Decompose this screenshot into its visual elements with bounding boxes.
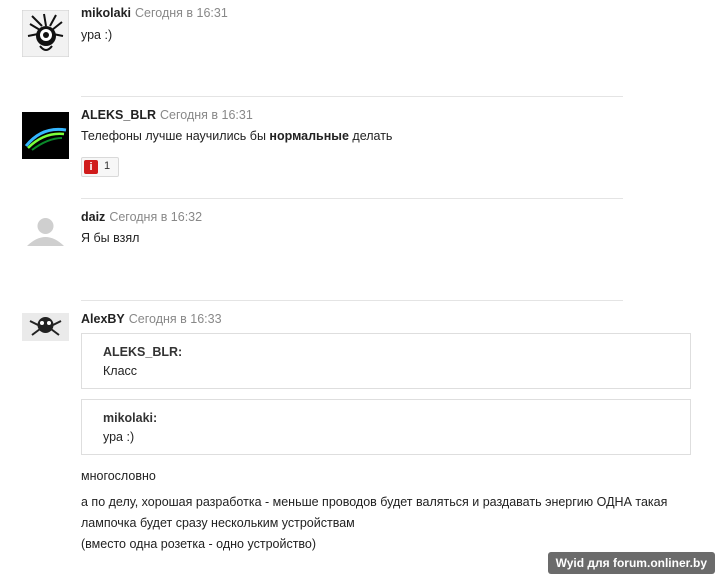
rating-count: 1 (104, 160, 111, 172)
quote-text: ура :) (103, 430, 135, 444)
post-text-part: делать (348, 129, 393, 143)
post-time: Сегодня в 16:31 (135, 6, 228, 20)
watermark: Wyid для forum.onliner.by (547, 552, 715, 574)
post-text-line: а по делу, хорошая разработка - меньше п… (81, 495, 668, 509)
info-icon: i (84, 160, 98, 174)
rating-button[interactable]: i 1 (81, 157, 119, 177)
post-divider (81, 96, 623, 97)
avatar-placeholder-icon[interactable] (22, 212, 69, 259)
quote-author: mikolaki: (103, 411, 158, 425)
quote-block: mikolaki: ура :) (81, 399, 691, 455)
post-author[interactable]: daiz Сегодня в 16:32 (81, 210, 202, 224)
avatar[interactable] (21, 9, 70, 58)
post-author[interactable]: mikolaki Сегодня в 16:31 (81, 6, 228, 20)
post-text: ура :) (81, 28, 113, 42)
post-divider (81, 198, 623, 199)
post-text-bold: нормальные (269, 129, 349, 143)
author-name[interactable]: ALEKS_BLR (81, 108, 156, 122)
post-text-part: Телефоны лучше научились бы (81, 129, 270, 143)
quote-text: Класс (103, 364, 138, 378)
post-author[interactable]: ALEKS_BLR Сегодня в 16:31 (81, 108, 253, 122)
author-name[interactable]: mikolaki (81, 6, 131, 20)
quote-block: ALEKS_BLR: Класс (81, 333, 691, 389)
post-text-line: многословно (81, 469, 156, 483)
post-time: Сегодня в 16:32 (109, 210, 203, 224)
author-name[interactable]: daiz (81, 210, 105, 224)
quote-author: ALEKS_BLR: (103, 345, 183, 359)
forum-thread: mikolaki Сегодня в 16:31 ура :) ALEKS_BLR… (0, 0, 723, 580)
post-divider (81, 300, 623, 301)
avatar[interactable] (22, 313, 69, 341)
post-text-line: лампочка будет сразу нескольким устройст… (81, 516, 355, 530)
post-time: Сегодня в 16:31 (160, 108, 253, 122)
post-text: Я бы взял (81, 231, 140, 245)
post-author[interactable]: AlexBY Сегодня в 16:33 (81, 312, 222, 326)
author-name[interactable]: AlexBY (81, 312, 125, 326)
post-text: Телефоны лучше научились бы нормальные д… (81, 129, 392, 143)
post-text-line: (вместо одна розетка - одно устройство) (81, 537, 317, 551)
post-time: Сегодня в 16:33 (128, 312, 222, 326)
avatar[interactable] (22, 112, 69, 159)
